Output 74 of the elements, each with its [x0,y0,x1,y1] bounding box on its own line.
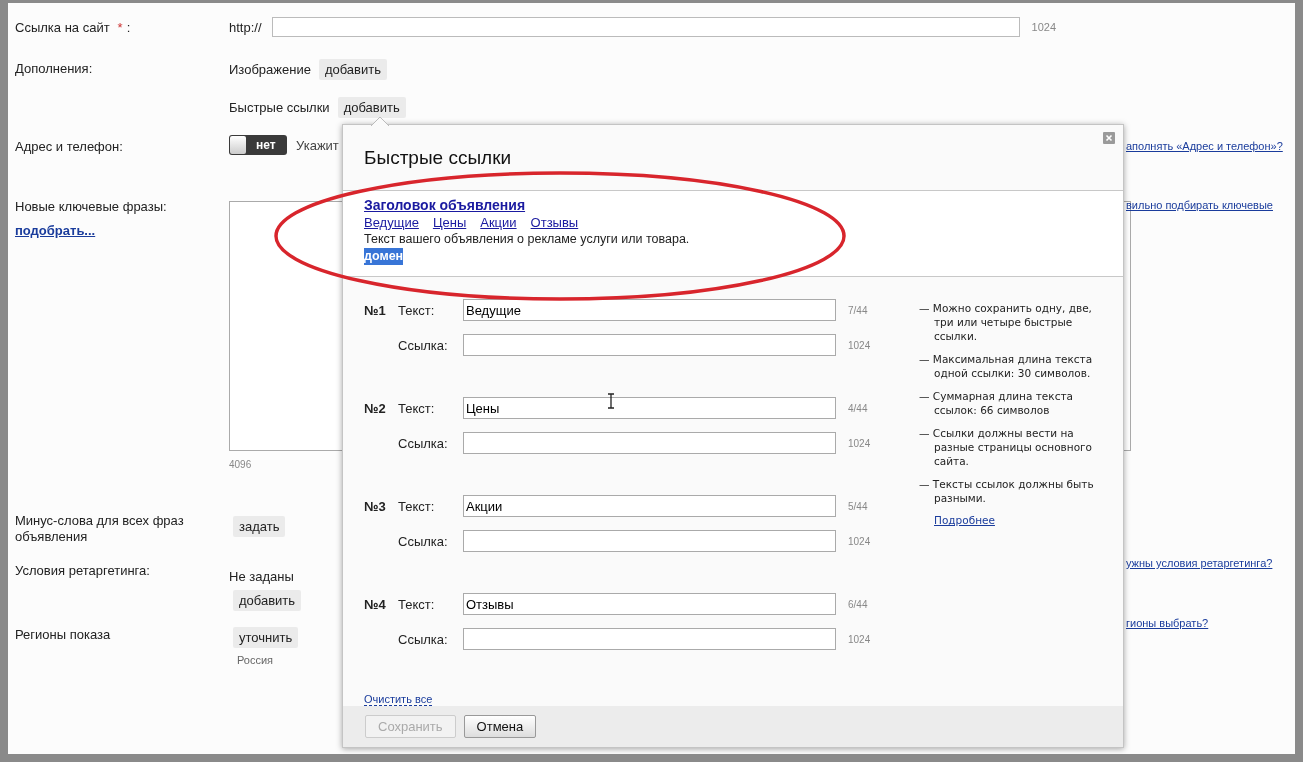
text-cursor-icon [607,393,615,409]
hint-text: Укажит [296,137,339,153]
required-mark: * [117,20,123,35]
link-text-field[interactable]: Цены [463,397,836,420]
link-number: №1 [364,302,387,318]
help-link[interactable]: гионы выбрать? [1126,617,1209,629]
help-link[interactable]: вильно подбирать ключевые [1126,199,1273,211]
char-counter: 4/44 [848,402,868,414]
note-text: — Тексты ссылок должны быть разными. [919,477,1095,506]
ad-title-link[interactable]: Заголовок объявления [364,196,526,214]
link-url-field[interactable] [463,628,836,651]
ad-domain: домен [364,247,404,265]
field-label: Ссылка: [398,533,449,549]
add-button[interactable]: добавить [337,96,406,118]
char-counter: 7/44 [848,304,868,316]
field-label: Дополнения: [15,61,93,76]
link-url-field[interactable] [463,530,836,553]
quick-link[interactable]: Акции [480,213,517,231]
add-button[interactable]: добавить [233,590,302,611]
field-label: Условия ретаргетинга: [15,563,150,578]
field-label: Текст: [398,302,436,318]
link-text-field[interactable]: Отзывы [463,593,836,616]
region-value: Россия [237,654,274,666]
toggle-switch[interactable]: нет [229,135,287,155]
more-link[interactable]: Подробнее [934,514,995,527]
pick-link[interactable]: подобрать... [15,223,96,239]
set-button[interactable]: задать [233,516,286,537]
quick-link[interactable]: Ведущие [364,213,419,231]
field-label: Текст: [398,596,436,612]
link-text-field[interactable]: Акции [463,495,836,518]
dialog-title: Быстрые ссылки [364,147,512,169]
field-label: Регионы показа [15,627,111,642]
field-label: Ссылка: [398,337,449,353]
char-counter: 1024 [848,633,871,645]
char-counter: 1024 [848,535,871,547]
char-counter: 4096 [229,459,252,470]
link-url-field[interactable] [463,334,836,357]
quick-link[interactable]: Отзывы [530,213,579,231]
field-label: Адрес и телефон: [15,139,123,154]
field-label: Ссылка: [398,631,449,647]
note-text: — Максимальная длина текста одной ссылки: 30 символов. [919,352,1094,381]
note-text: — Суммарная длина текста ссылок: 66 символов [919,389,1074,418]
close-icon[interactable] [1103,132,1115,144]
url-prefix: http:// [229,19,262,35]
help-link[interactable]: ужны условия ретаргетинга? [1126,557,1273,569]
note-text: — Можно сохранить одну, две, три или четыре быстрые ссылки. [919,301,1093,344]
link-url-field[interactable] [463,432,836,455]
dialog-button[interactable]: Отмена [463,715,537,739]
extra-label: Быстрые ссылки [229,99,330,115]
extra-label: Изображение [229,61,311,77]
char-counter: 1024 [1031,21,1056,33]
field-label: Ссылка на сайт [15,20,110,35]
ad-text: Текст вашего объявления о рекламе услуги или товара. [364,230,690,248]
help-link[interactable]: аполнять «Адрес и телефон»? [1126,140,1283,152]
add-button[interactable]: добавить [318,58,387,80]
link-text-field[interactable]: Ведущие [463,299,836,322]
char-counter: 6/44 [848,598,868,610]
quick-link[interactable]: Цены [432,213,467,231]
label-colon: : [126,20,131,35]
char-counter: 1024 [848,437,871,449]
field-label: Ссылка: [398,435,449,451]
field-label: Новые ключевые фразы: [15,199,167,215]
note-text: — Ссылки должны вести на разные страницы основного сайта. [919,426,1093,469]
url-field[interactable] [271,17,1020,37]
field-label: Текст: [398,498,436,514]
field-label: Минус-слова для всех фраз объявления [15,513,184,544]
link-number: №2 [364,400,387,416]
char-counter: 1024 [848,339,871,351]
status-text: Не заданы [229,569,294,584]
field-label: Текст: [398,400,436,416]
link-number: №4 [364,596,387,612]
link-number: №3 [364,498,387,514]
char-counter: 5/44 [848,500,868,512]
refine-button[interactable]: уточнить [233,627,299,648]
